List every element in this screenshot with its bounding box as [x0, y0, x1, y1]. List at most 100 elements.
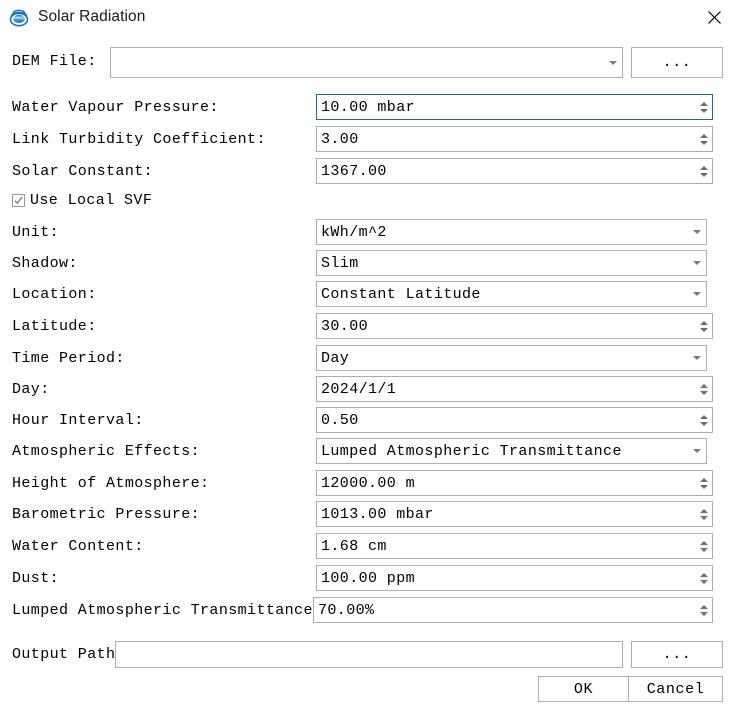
- output-path-label: Output Path:: [12, 646, 125, 663]
- combobox-3[interactable]: kWh/m^2: [316, 219, 707, 245]
- spinner-down-icon[interactable]: [700, 390, 708, 395]
- spinner-arrows-icon[interactable]: [696, 598, 712, 622]
- title-bar: LIDAR360 Solar Radiation: [0, 0, 735, 34]
- spinner-up-icon[interactable]: [700, 540, 708, 545]
- chevron-down-icon[interactable]: [688, 282, 706, 306]
- field-label-5: Location:: [12, 286, 97, 303]
- field-label-1: Link Turbidity Coefficient:: [12, 131, 266, 148]
- field-value-7: Day: [321, 349, 350, 367]
- field-label-2: Solar Constant:: [12, 163, 154, 180]
- field-value-12: 1013.00 mbar: [321, 505, 434, 523]
- dem-file-combobox[interactable]: [110, 47, 623, 78]
- close-icon[interactable]: [701, 4, 727, 30]
- spinner-up-icon[interactable]: [700, 133, 708, 138]
- field-value-0: 10.00 mbar: [321, 98, 416, 116]
- window-title: Solar Radiation: [38, 8, 146, 25]
- field-label-14: Dust:: [12, 570, 60, 587]
- field-label-10: Atmospheric Effects:: [12, 443, 201, 460]
- spinner-down-icon[interactable]: [700, 140, 708, 145]
- spinbox-9[interactable]: 0.50: [316, 407, 713, 433]
- spinner-arrows-icon[interactable]: [696, 534, 712, 558]
- use-local-svf-label: Use Local SVF: [30, 192, 153, 209]
- field-label-3: Unit:: [12, 224, 60, 241]
- field-value-4: Slim: [321, 254, 359, 272]
- lidar360-logo-icon: LIDAR360: [8, 6, 30, 28]
- chevron-down-icon[interactable]: [688, 439, 706, 463]
- dem-file-browse-button[interactable]: ...: [631, 47, 723, 78]
- spinner-down-icon[interactable]: [700, 515, 708, 520]
- spinner-up-icon[interactable]: [700, 604, 708, 609]
- chevron-down-icon[interactable]: [688, 251, 706, 275]
- spinner-arrows-icon[interactable]: [696, 377, 712, 401]
- spinner-up-icon[interactable]: [700, 414, 708, 419]
- spinner-down-icon[interactable]: [700, 484, 708, 489]
- spinner-arrows-icon[interactable]: [696, 314, 712, 338]
- field-value-5: Constant Latitude: [321, 285, 481, 303]
- field-label-9: Hour Interval:: [12, 412, 144, 429]
- field-label-6: Latitude:: [12, 318, 97, 335]
- spinner-up-icon[interactable]: [700, 477, 708, 482]
- spinner-up-icon[interactable]: [700, 101, 708, 106]
- spinner-arrows-icon[interactable]: [696, 127, 712, 151]
- svg-text:LIDAR360: LIDAR360: [13, 17, 25, 20]
- field-value-6: 30.00: [321, 317, 369, 335]
- output-path-input[interactable]: [115, 641, 623, 668]
- combobox-5[interactable]: Constant Latitude: [316, 281, 707, 307]
- spinner-arrows-icon[interactable]: [696, 95, 712, 119]
- field-value-14: 100.00 ppm: [321, 569, 416, 587]
- combobox-7[interactable]: Day: [316, 345, 707, 371]
- spinbox-11[interactable]: 12000.00 m: [316, 470, 713, 496]
- combobox-4[interactable]: Slim: [316, 250, 707, 276]
- spinner-down-icon[interactable]: [700, 421, 708, 426]
- field-value-15: 70.00%: [318, 601, 375, 619]
- checkmark-icon[interactable]: [12, 194, 25, 207]
- spinner-down-icon[interactable]: [700, 172, 708, 177]
- field-value-13: 1.68 cm: [321, 537, 387, 555]
- spinbox-14[interactable]: 100.00 ppm: [316, 565, 713, 591]
- spinner-up-icon[interactable]: [700, 165, 708, 170]
- spinner-arrows-icon[interactable]: [696, 159, 712, 183]
- field-label-8: Day:: [12, 381, 50, 398]
- use-local-svf-checkbox[interactable]: Use Local SVF: [12, 192, 152, 209]
- spinner-arrows-icon[interactable]: [696, 566, 712, 590]
- spinner-up-icon[interactable]: [700, 572, 708, 577]
- spinner-down-icon[interactable]: [700, 547, 708, 552]
- output-path-browse-button[interactable]: ...: [631, 641, 723, 668]
- dem-file-label: DEM File:: [12, 53, 97, 70]
- field-value-1: 3.00: [321, 130, 359, 148]
- spinbox-0[interactable]: 10.00 mbar: [316, 94, 713, 120]
- spinner-down-icon[interactable]: [700, 327, 708, 332]
- field-value-8: 2024/1/1: [321, 380, 397, 398]
- spinbox-2[interactable]: 1367.00: [316, 158, 713, 184]
- spinbox-15[interactable]: 70.00%: [313, 597, 713, 623]
- spinbox-12[interactable]: 1013.00 mbar: [316, 501, 713, 527]
- ok-button[interactable]: OK: [538, 676, 629, 702]
- spinner-up-icon[interactable]: [700, 383, 708, 388]
- field-label-15: Lumped Atmospheric Transmittance:: [12, 602, 323, 619]
- spinner-arrows-icon[interactable]: [696, 408, 712, 432]
- chevron-down-icon[interactable]: [688, 220, 706, 244]
- chevron-down-icon[interactable]: [688, 346, 706, 370]
- field-label-13: Water Content:: [12, 538, 144, 555]
- combobox-10[interactable]: Lumped Atmospheric Transmittance: [316, 438, 707, 464]
- spinbox-8[interactable]: 2024/1/1: [316, 376, 713, 402]
- field-value-11: 12000.00 m: [321, 474, 416, 492]
- spinner-up-icon[interactable]: [700, 320, 708, 325]
- spinbox-1[interactable]: 3.00: [316, 126, 713, 152]
- spinbox-13[interactable]: 1.68 cm: [316, 533, 713, 559]
- spinner-down-icon[interactable]: [700, 108, 708, 113]
- spinner-arrows-icon[interactable]: [696, 502, 712, 526]
- spinner-arrows-icon[interactable]: [696, 471, 712, 495]
- field-value-2: 1367.00: [321, 162, 387, 180]
- spinner-up-icon[interactable]: [700, 508, 708, 513]
- field-label-11: Height of Atmosphere:: [12, 475, 210, 492]
- field-label-12: Barometric Pressure:: [12, 506, 201, 523]
- field-label-4: Shadow:: [12, 255, 78, 272]
- cancel-button[interactable]: Cancel: [628, 676, 723, 702]
- spinner-down-icon[interactable]: [700, 611, 708, 616]
- chevron-down-icon[interactable]: [604, 48, 622, 77]
- spinbox-6[interactable]: 30.00: [316, 313, 713, 339]
- spinner-down-icon[interactable]: [700, 579, 708, 584]
- field-label-0: Water Vapour Pressure:: [12, 99, 219, 116]
- field-label-7: Time Period:: [12, 350, 125, 367]
